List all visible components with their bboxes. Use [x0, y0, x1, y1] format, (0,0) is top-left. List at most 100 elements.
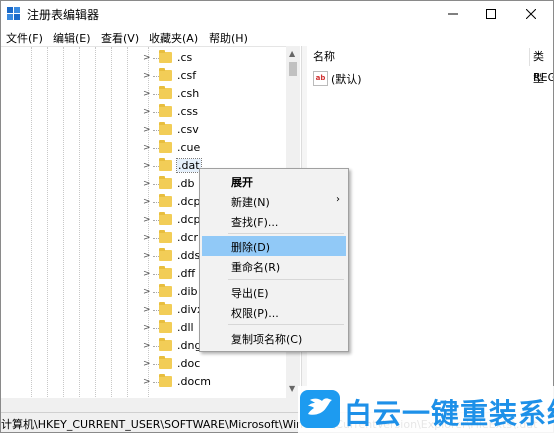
folder-icon [159, 320, 172, 333]
brand-name: 白云一键重装系统 [344, 397, 554, 430]
tree-guide-line [127, 47, 128, 399]
chevron-right-icon[interactable]: > [143, 197, 151, 207]
menu-separator [228, 324, 344, 325]
column-divider[interactable] [529, 48, 530, 66]
tree-item-label: .css [177, 105, 199, 118]
tree-item-label: .dib [177, 285, 198, 298]
tree-item[interactable]: > .cue [143, 139, 283, 157]
scroll-down-arrow-icon[interactable]: ▼ [289, 384, 295, 393]
tree-guide-line [31, 47, 32, 399]
tree-horizontal-scrollbar[interactable] [1, 398, 300, 412]
menu-item-permissions[interactable]: 权限(P)... [202, 302, 346, 322]
chevron-right-icon[interactable]: > [143, 377, 151, 387]
folder-icon [159, 50, 172, 63]
tree-item[interactable]: > .csh [143, 85, 283, 103]
menu-item-new[interactable]: 新建(N) › [202, 191, 346, 211]
menu-file[interactable]: 文件(F) [6, 30, 43, 46]
chevron-right-icon[interactable]: > [143, 143, 151, 153]
menu-view[interactable]: 查看(V) [101, 30, 139, 46]
column-header-type[interactable]: 类型 [533, 46, 553, 85]
menu-item-label: 查找(F)... [231, 216, 279, 229]
close-icon [526, 9, 536, 19]
chevron-right-icon[interactable]: > [143, 161, 151, 171]
chevron-right-icon[interactable]: > [143, 269, 151, 279]
context-menu: 展开 新建(N) › 查找(F)... 删除(D) 重命名(R) 导出(E) 权限… [199, 168, 349, 352]
tree-item-label: .dds [177, 249, 201, 262]
tree-item[interactable]: > .cs [143, 49, 283, 67]
value-type: REG [533, 71, 554, 84]
folder-icon [159, 158, 172, 171]
chevron-right-icon[interactable]: > [143, 215, 151, 225]
tree-item-label: .csv [177, 123, 199, 136]
chevron-right-icon[interactable]: > [143, 233, 151, 243]
chevron-right-icon[interactable]: > [143, 359, 151, 369]
chevron-right-icon[interactable]: > [143, 89, 151, 99]
tree-item-label: .dng [177, 339, 202, 352]
tree-guide-line [47, 47, 48, 399]
tree-guide-line [95, 47, 96, 399]
chevron-right-icon[interactable]: > [143, 251, 151, 261]
chevron-right-icon[interactable]: > [143, 125, 151, 135]
menu-favorites[interactable]: 收藏夹(A) [149, 30, 198, 46]
menu-item-expand[interactable]: 展开 [202, 171, 346, 191]
folder-icon [159, 86, 172, 99]
menu-item-label: 新建(N) [231, 196, 270, 209]
tree-item[interactable]: > .doc [143, 355, 283, 373]
folder-icon [159, 104, 172, 117]
scroll-up-arrow-icon[interactable]: ▲ [289, 49, 295, 58]
menu-item-label: 复制项名称(C) [231, 333, 303, 346]
menu-item-delete[interactable]: 删除(D) [202, 236, 346, 256]
folder-icon [159, 338, 172, 351]
menu-bar: 文件(F) 编辑(E) 查看(V) 收藏夹(A) 帮助(H) [1, 27, 553, 46]
tree-item-label: .cue [177, 141, 201, 154]
folder-icon [159, 248, 172, 261]
tree-item[interactable]: > .docm [143, 373, 283, 391]
chevron-right-icon[interactable]: > [143, 323, 151, 333]
menu-separator [228, 279, 344, 280]
tree-item-label: .doc [177, 357, 201, 370]
tree-item-label: .dll [177, 321, 194, 334]
maximize-button[interactable] [473, 1, 509, 27]
registry-app-icon [7, 7, 20, 20]
menu-item-label: 导出(E) [231, 287, 269, 300]
chevron-right-icon[interactable]: > [143, 305, 151, 315]
scrollbar-thumb[interactable] [289, 62, 297, 76]
registry-editor-window: 注册表编辑器 文件(F) 编辑(E) 查看(V) 收藏夹(A) 帮助(H) >.… [0, 0, 554, 433]
menu-edit[interactable]: 编辑(E) [53, 30, 91, 46]
menu-help[interactable]: 帮助(H) [209, 30, 248, 46]
tree-item[interactable]: > .css [143, 103, 283, 121]
menu-item-export[interactable]: 导出(E) [202, 282, 346, 302]
menu-item-rename[interactable]: 重命名(R) [202, 256, 346, 276]
chevron-right-icon[interactable]: > [143, 287, 151, 297]
column-header-name[interactable]: 名称 [313, 46, 335, 68]
folder-icon [159, 68, 172, 81]
tree-item-label: .docm [177, 375, 211, 388]
menu-item-label: 重命名(R) [231, 261, 281, 274]
maximize-icon [486, 9, 496, 19]
window-title: 注册表编辑器 [27, 8, 100, 22]
chevron-right-icon[interactable]: > [143, 341, 151, 351]
tree-item-label: .csh [177, 87, 200, 100]
chevron-right-icon[interactable]: > [143, 107, 151, 117]
value-row[interactable]: ab (默认) REG [307, 69, 553, 87]
menu-item-copy-key-name[interactable]: 复制项名称(C) [202, 328, 346, 348]
close-button[interactable] [513, 1, 549, 27]
tree-guide-line [63, 47, 64, 399]
tree-item-label: .dcr [177, 231, 199, 244]
tree-item-label: .dcp [177, 213, 201, 226]
tree-item-label: .dat [176, 158, 202, 173]
chevron-right-icon[interactable]: > [143, 179, 151, 189]
menu-item-find[interactable]: 查找(F)... [202, 211, 346, 231]
folder-icon [159, 374, 172, 387]
tree-item[interactable]: > .csv [143, 121, 283, 139]
tree-item[interactable]: > .csf [143, 67, 283, 85]
tree-item-label: .cs [177, 51, 193, 64]
bird-logo-icon [300, 390, 340, 428]
title-bar[interactable]: 注册表编辑器 [1, 1, 553, 27]
chevron-right-icon[interactable]: > [143, 71, 151, 81]
watermark: 白云一键重装系统 [298, 386, 554, 433]
chevron-right-icon[interactable]: > [143, 53, 151, 63]
minimize-button[interactable] [435, 1, 471, 27]
tree-item-label: .dcp [177, 195, 201, 208]
tree-item-label: .dff [177, 267, 196, 280]
